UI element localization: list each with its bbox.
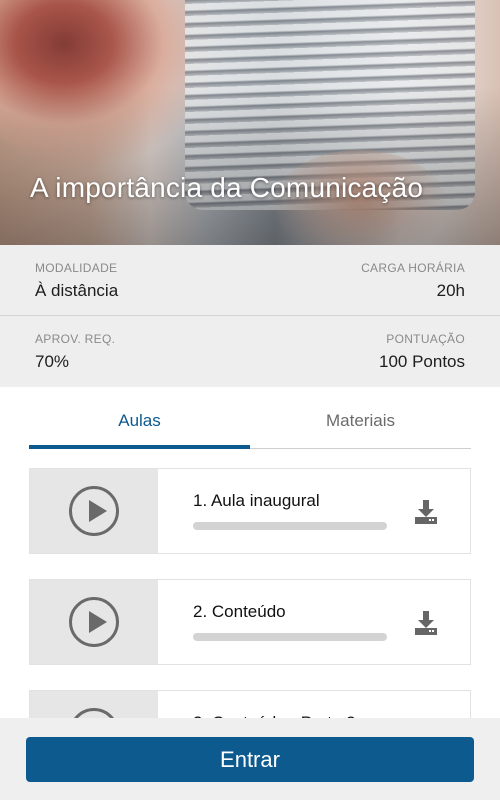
active-tab-indicator xyxy=(29,445,250,449)
play-icon[interactable] xyxy=(69,597,119,647)
aprov-req-value: 70% xyxy=(35,352,70,371)
carga-horaria-value: 20h xyxy=(436,281,465,300)
bottom-action-bar: Entrar xyxy=(0,718,500,800)
info-row: MODALIDADE À distância CARGA HORÁRIA 20h xyxy=(0,245,500,316)
tab-aulas[interactable]: Aulas xyxy=(29,398,250,449)
pontuacao-cell: PONTUAÇÃO 100 Pontos xyxy=(379,332,465,372)
course-hero-image: A importância da Comunicação xyxy=(0,0,500,245)
modalidade-label: MODALIDADE xyxy=(35,261,118,275)
lesson-progress-bar xyxy=(193,633,387,641)
hero-overlay xyxy=(0,0,500,245)
play-icon[interactable] xyxy=(69,486,119,536)
pontuacao-label: PONTUAÇÃO xyxy=(386,332,465,346)
info-row: APROV. REQ. 70% PONTUAÇÃO 100 Pontos xyxy=(0,316,500,387)
lesson-title: 1. Aula inaugural xyxy=(193,491,320,510)
lesson-progress-bar xyxy=(193,522,387,530)
aprov-req-cell: APROV. REQ. 70% xyxy=(35,332,115,372)
carga-horaria-label: CARGA HORÁRIA xyxy=(361,261,465,275)
course-info-panel: MODALIDADE À distância CARGA HORÁRIA 20h… xyxy=(0,245,500,387)
download-icon[interactable] xyxy=(414,499,438,525)
download-icon[interactable] xyxy=(414,610,438,636)
lesson-thumbnail xyxy=(30,580,158,664)
carga-horaria-cell: CARGA HORÁRIA 20h xyxy=(361,261,465,301)
course-title: A importância da Comunicação xyxy=(30,172,424,203)
modalidade-value: À distância xyxy=(35,281,119,300)
content-tabs: Aulas Materiais xyxy=(29,398,471,449)
tab-materiais[interactable]: Materiais xyxy=(250,398,471,449)
modalidade-cell: MODALIDADE À distância xyxy=(35,261,118,301)
aprov-req-label: APROV. REQ. xyxy=(35,332,116,346)
pontuacao-value: 100 Pontos xyxy=(378,352,465,371)
lesson-item[interactable]: 2. Conteúdo xyxy=(29,579,471,665)
lesson-thumbnail xyxy=(30,469,158,553)
enter-button[interactable]: Entrar xyxy=(26,737,474,782)
lesson-title: 2. Conteúdo xyxy=(193,602,286,621)
lesson-item[interactable]: 1. Aula inaugural xyxy=(29,468,471,554)
